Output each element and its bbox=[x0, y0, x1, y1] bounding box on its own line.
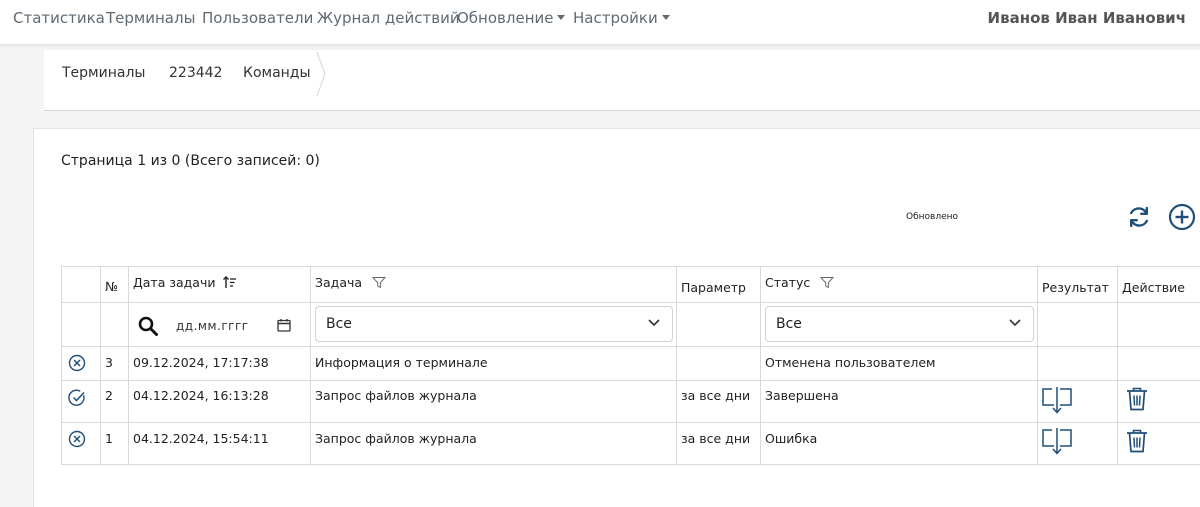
row-param: за все дни bbox=[681, 431, 751, 446]
grid-line bbox=[1037, 266, 1038, 465]
breadcrumb-terminal-id[interactable]: 223442 bbox=[169, 65, 222, 81]
grid-line bbox=[61, 380, 1200, 381]
chevron-down-icon bbox=[648, 319, 660, 327]
row-status: Ошибка bbox=[765, 431, 818, 446]
search-icon[interactable] bbox=[138, 316, 158, 336]
grid-line bbox=[61, 266, 62, 465]
top-navbar: Статистика Терминалы Пользователи Журнал… bbox=[0, 0, 1200, 44]
grid-line bbox=[61, 302, 1200, 303]
grid-line bbox=[676, 266, 677, 465]
column-header-date-label: Дата задачи bbox=[133, 275, 216, 290]
calendar-icon[interactable] bbox=[277, 318, 291, 332]
breadcrumb-commands: Команды bbox=[243, 65, 311, 81]
nav-action-log[interactable]: Журнал действий bbox=[317, 9, 460, 27]
nav-update-dropdown[interactable]: Обновление bbox=[457, 9, 566, 27]
status-filter-value: Все bbox=[776, 316, 802, 332]
nav-terminals[interactable]: Терминалы bbox=[106, 9, 195, 27]
download-result-icon[interactable] bbox=[1041, 426, 1073, 456]
row-task: Запрос файлов журнала bbox=[315, 431, 477, 446]
chevron-down-icon bbox=[1009, 319, 1021, 327]
column-header-status-label: Статус bbox=[765, 275, 811, 290]
status-filter-select[interactable]: Все bbox=[765, 306, 1034, 342]
row-number: 2 bbox=[105, 388, 113, 403]
check-circle-icon bbox=[68, 389, 85, 406]
column-header-action: Действие bbox=[1122, 280, 1185, 295]
row-param: за все дни bbox=[681, 388, 751, 403]
refresh-icon[interactable] bbox=[1126, 204, 1152, 230]
row-date: 09.12.2024, 17:17:38 bbox=[133, 355, 269, 370]
trash-icon[interactable] bbox=[1125, 428, 1149, 454]
row-date: 04.12.2024, 16:13:28 bbox=[133, 388, 269, 403]
row-number: 1 bbox=[105, 431, 113, 446]
row-date: 04.12.2024, 15:54:11 bbox=[133, 431, 269, 446]
breadcrumb-chevron-icon bbox=[316, 51, 326, 97]
nav-users[interactable]: Пользователи bbox=[202, 9, 313, 27]
row-status: Завершена bbox=[765, 388, 839, 403]
nav-update-label: Обновление bbox=[457, 9, 554, 27]
grid-line bbox=[128, 266, 129, 465]
task-filter-value: Все bbox=[326, 316, 352, 332]
page-info: Страница 1 из 0 (Всего записей: 0) bbox=[61, 153, 320, 169]
row-task: Информация о терминале bbox=[315, 355, 488, 370]
nav-statistics[interactable]: Статистика bbox=[13, 9, 105, 27]
grid-line bbox=[100, 266, 101, 465]
task-filter-select[interactable]: Все bbox=[315, 306, 673, 342]
caret-down-icon bbox=[661, 15, 670, 20]
breadcrumb-terminals[interactable]: Терминалы bbox=[62, 65, 145, 81]
grid-line bbox=[1117, 266, 1118, 465]
grid-line bbox=[61, 266, 1200, 267]
row-number: 3 bbox=[105, 355, 113, 370]
grid-line bbox=[310, 266, 311, 465]
grid-line bbox=[61, 346, 1200, 347]
breadcrumb: Терминалы 223442 Команды bbox=[44, 50, 1200, 111]
column-header-number: № bbox=[105, 279, 119, 294]
add-icon[interactable] bbox=[1168, 203, 1196, 231]
row-task: Запрос файлов журнала bbox=[315, 388, 477, 403]
date-filter-placeholder: дд.мм.гггг bbox=[176, 319, 249, 333]
column-header-task-label: Задача bbox=[315, 275, 363, 290]
filter-icon[interactable] bbox=[371, 276, 387, 289]
trash-icon[interactable] bbox=[1125, 386, 1149, 412]
cancel-circle-icon bbox=[68, 430, 86, 448]
grid-line bbox=[760, 266, 761, 465]
column-header-task: Задача bbox=[315, 275, 387, 290]
commands-panel: Страница 1 из 0 (Всего записей: 0) Обнов… bbox=[33, 128, 1200, 507]
caret-down-icon bbox=[557, 15, 566, 20]
column-header-status: Статус bbox=[765, 275, 835, 290]
nav-settings-label: Настройки bbox=[573, 9, 658, 27]
column-header-param: Параметр bbox=[681, 280, 746, 295]
column-header-date[interactable]: Дата задачи bbox=[133, 275, 237, 290]
sort-icon bbox=[223, 276, 237, 288]
cancel-circle-icon bbox=[68, 354, 86, 372]
row-status: Отменена пользователем bbox=[765, 355, 936, 370]
user-menu[interactable]: Иванов Иван Иванович bbox=[988, 9, 1186, 27]
download-result-icon[interactable] bbox=[1041, 385, 1073, 415]
nav-settings-dropdown[interactable]: Настройки bbox=[573, 9, 670, 27]
column-header-result: Результат bbox=[1042, 280, 1109, 295]
grid-line bbox=[61, 422, 1200, 423]
updated-label: Обновлено bbox=[906, 212, 959, 222]
filter-icon[interactable] bbox=[820, 276, 835, 289]
grid-line bbox=[61, 464, 1200, 465]
